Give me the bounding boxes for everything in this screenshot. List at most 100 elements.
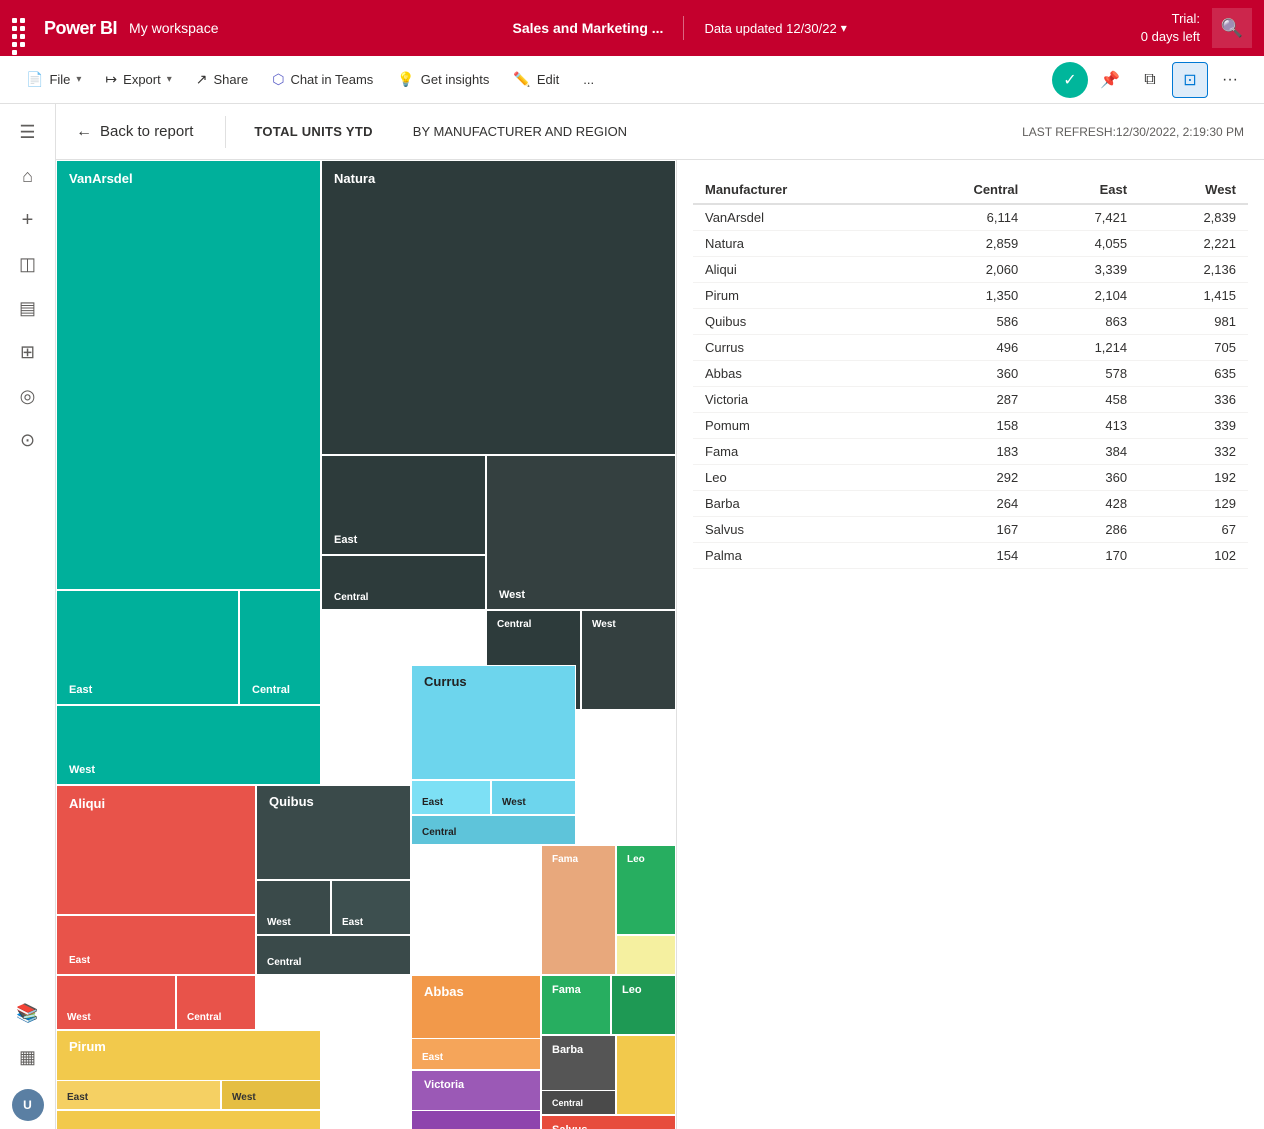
treemap-aliqui-west[interactable]: West: [56, 975, 176, 1030]
pin-button[interactable]: 📌: [1092, 62, 1128, 98]
treemap-aliqui-central[interactable]: Central: [176, 975, 256, 1030]
cell-central: 287: [898, 387, 1030, 413]
treemap-currus-east[interactable]: East: [411, 780, 491, 815]
treemap-vanarsdel-west[interactable]: West: [56, 705, 321, 785]
treemap-vanarsdel[interactable]: VanArsdel: [56, 160, 321, 590]
cell-manufacturer: Leo: [693, 465, 898, 491]
sidebar-home-button[interactable]: ⌂: [8, 156, 48, 196]
treemap-currus-west[interactable]: West: [491, 780, 576, 815]
notification-button[interactable]: ✓: [1052, 62, 1088, 98]
treemap-leo[interactable]: Leo: [611, 975, 676, 1035]
focus-mode-button[interactable]: ⊡: [1172, 62, 1208, 98]
cell-manufacturer: Abbas: [693, 361, 898, 387]
table-row[interactable]: Salvus 167 286 67: [693, 517, 1248, 543]
table-row[interactable]: Currus 496 1,214 705: [693, 335, 1248, 361]
report-title: Sales and Marketing ...: [513, 20, 664, 36]
cell-west: 332: [1139, 439, 1248, 465]
sidebar-menu-button[interactable]: ☰: [8, 112, 48, 152]
workspace-name[interactable]: My workspace: [129, 20, 218, 36]
sidebar-browse-button[interactable]: ◫: [8, 244, 48, 284]
treemap-yellow-block[interactable]: [616, 1035, 676, 1115]
sidebar-workspaces-button[interactable]: 📚: [8, 993, 48, 1033]
cell-central: 292: [898, 465, 1030, 491]
treemap-pirum-west[interactable]: West: [221, 1080, 321, 1110]
cell-east: 360: [1030, 465, 1139, 491]
back-to-report-button[interactable]: ← Back to report: [76, 115, 205, 149]
table-row[interactable]: Leo 292 360 192: [693, 465, 1248, 491]
cell-central: 6,114: [898, 204, 1030, 231]
treemap-currus-central[interactable]: Central: [411, 815, 576, 845]
main-layout: ☰ ⌂ + ◫ ▤ ⊞ ◎ ⊙ 📚 ▦ U ← Back to report T…: [0, 104, 1264, 1129]
treemap-barba-central[interactable]: Central: [541, 1090, 616, 1115]
insights-icon: 💡: [397, 71, 414, 88]
treemap-abbas-east[interactable]: East: [411, 1038, 541, 1070]
table-row[interactable]: Victoria 287 458 336: [693, 387, 1248, 413]
col-west: West: [1139, 176, 1248, 204]
cell-east: 458: [1030, 387, 1139, 413]
table-row[interactable]: Barba 264 428 129: [693, 491, 1248, 517]
export-button[interactable]: ↦ Export ▾: [95, 65, 181, 94]
treemap-leo-green[interactable]: Leo: [616, 845, 676, 935]
search-button[interactable]: 🔍: [1212, 8, 1252, 48]
treemap-natura-central[interactable]: Central: [321, 555, 486, 610]
tab-by-manufacturer[interactable]: BY MANUFACTURER AND REGION: [405, 116, 635, 147]
toolbar-more-button[interactable]: ···: [1212, 62, 1248, 98]
treemap-quibus-central[interactable]: Central: [256, 935, 411, 975]
sidebar-apps-button[interactable]: ⊞: [8, 332, 48, 372]
back-arrow-icon: ←: [76, 123, 92, 141]
grid-dots-icon[interactable]: [12, 18, 32, 38]
sidebar-learn-button[interactable]: ⊙: [8, 420, 48, 460]
share-button[interactable]: ↗ Share: [186, 65, 258, 94]
treemap-quibus-east[interactable]: East: [331, 880, 411, 935]
treemap-aliqui[interactable]: Aliqui: [56, 785, 256, 915]
chat-in-teams-button[interactable]: ⬡ Chat in Teams: [262, 65, 383, 94]
treemap-aliqui-east[interactable]: East: [56, 915, 256, 975]
copy-button[interactable]: ⧉: [1132, 62, 1168, 98]
treemap-quibus-west[interactable]: West: [256, 880, 331, 935]
cell-east: 1,214: [1030, 335, 1139, 361]
table-row[interactable]: Natura 2,859 4,055 2,221: [693, 231, 1248, 257]
toolbar-right: ✓ 📌 ⧉ ⊡ ···: [1052, 62, 1248, 98]
more-options-button[interactable]: ...: [573, 66, 604, 93]
treemap-natura-west[interactable]: West: [486, 455, 676, 610]
file-button[interactable]: 📄 File ▾: [16, 65, 91, 94]
cell-east: 7,421: [1030, 204, 1139, 231]
user-avatar[interactable]: U: [12, 1089, 44, 1121]
table-row[interactable]: Quibus 586 863 981: [693, 309, 1248, 335]
treemap-pirum-bottom[interactable]: West Central: [56, 1110, 321, 1129]
table-row[interactable]: Aliqui 2,060 3,339 2,136: [693, 257, 1248, 283]
treemap-fama[interactable]: Fama: [541, 975, 611, 1035]
treemap-vanarsdel-central[interactable]: Central: [239, 590, 321, 705]
treemap-victoria-west[interactable]: West: [411, 1110, 541, 1129]
treemap-yellow-small[interactable]: [616, 935, 676, 975]
table-row[interactable]: Pomum 158 413 339: [693, 413, 1248, 439]
sidebar-data-button[interactable]: ▤: [8, 288, 48, 328]
get-insights-button[interactable]: 💡 Get insights: [387, 65, 499, 94]
edit-button[interactable]: ✏️ Edit: [503, 65, 569, 94]
sidebar-create-button[interactable]: +: [8, 200, 48, 240]
table-row[interactable]: Pirum 1,350 2,104 1,415: [693, 283, 1248, 309]
edit-icon: ✏️: [513, 71, 530, 88]
table-row[interactable]: Palma 154 170 102: [693, 543, 1248, 569]
treemap-fama-pink[interactable]: Fama: [541, 845, 616, 975]
sidebar-metrics-button[interactable]: ◎: [8, 376, 48, 416]
table-row[interactable]: Abbas 360 578 635: [693, 361, 1248, 387]
treemap-pirum-east[interactable]: East: [56, 1080, 221, 1110]
sidebar-onelake-button[interactable]: ▦: [8, 1037, 48, 1077]
treemap-natura-east[interactable]: East: [321, 455, 486, 555]
cell-central: 183: [898, 439, 1030, 465]
treemap-natura[interactable]: Natura: [321, 160, 676, 455]
viz-area: VanArsdel East Central West: [56, 160, 1264, 1129]
data-updated[interactable]: Data updated 12/30/22 ▾: [704, 21, 846, 36]
treemap-currus[interactable]: Currus: [411, 665, 576, 780]
treemap-natura-w2[interactable]: West: [581, 610, 676, 710]
table-row[interactable]: Fama 183 384 332: [693, 439, 1248, 465]
treemap-quibus[interactable]: Quibus: [256, 785, 411, 880]
table-row[interactable]: VanArsdel 6,114 7,421 2,839: [693, 204, 1248, 231]
cell-central: 360: [898, 361, 1030, 387]
treemap-chart[interactable]: VanArsdel East Central West: [56, 160, 676, 1129]
treemap-vanarsdel-east[interactable]: East: [56, 590, 239, 705]
tab-total-units[interactable]: TOTAL UNITS YTD: [246, 116, 380, 147]
cell-central: 158: [898, 413, 1030, 439]
treemap-salvus[interactable]: Salvus: [541, 1115, 676, 1129]
